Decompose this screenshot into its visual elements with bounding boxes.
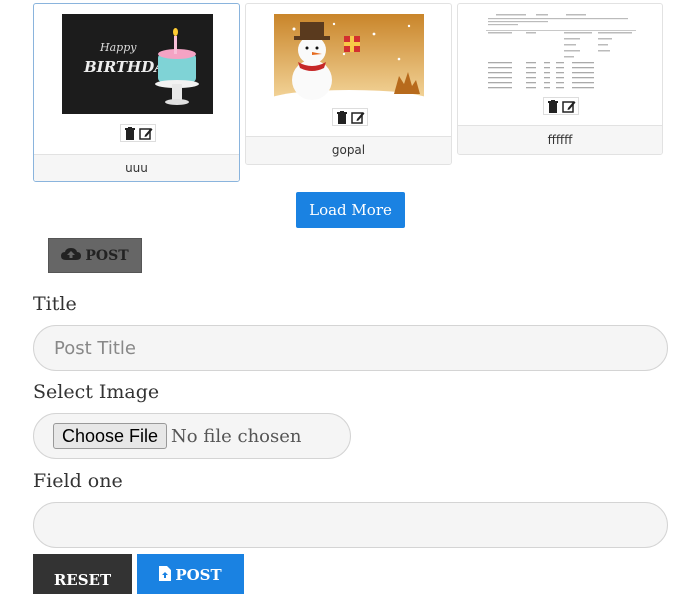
- field-one-field: [33, 502, 668, 548]
- trash-icon[interactable]: [546, 99, 560, 113]
- card-caption: ffffff: [547, 133, 573, 147]
- post-toggle-button[interactable]: POST: [48, 238, 142, 273]
- title-label: Title: [33, 293, 77, 315]
- card-footer: gopal: [246, 136, 451, 164]
- post-toggle-label: POST: [85, 247, 129, 264]
- file-status-text: No file chosen: [171, 425, 302, 447]
- post-submit-button[interactable]: POST: [137, 554, 244, 594]
- file-upload-icon: [159, 566, 172, 593]
- title-field: [33, 325, 668, 371]
- gallery-card[interactable]: gopal: [245, 3, 452, 165]
- file-picker: Choose File No file chosen: [33, 413, 351, 459]
- edit-icon[interactable]: [562, 99, 576, 113]
- card-caption: uuu: [125, 161, 148, 175]
- field-one-label: Field one: [33, 470, 123, 492]
- edit-icon[interactable]: [351, 110, 365, 124]
- birthday-cake-image: Happy BIRTHDAY: [62, 14, 213, 114]
- trash-icon[interactable]: [335, 110, 349, 124]
- cloud-upload-icon: [61, 247, 82, 265]
- title-input[interactable]: [34, 326, 667, 370]
- post-submit-label: POST: [175, 566, 222, 584]
- gallery-card[interactable]: Happy BIRTHDAY uuu: [33, 3, 240, 182]
- card-actions: [332, 108, 368, 126]
- card-footer: ffffff: [458, 125, 662, 154]
- card-actions: [120, 124, 156, 142]
- thumb-happy-text: Happy: [99, 41, 137, 54]
- card-caption: gopal: [331, 143, 366, 157]
- choose-file-button[interactable]: Choose File: [53, 423, 168, 449]
- gallery-card[interactable]: ffffff: [457, 3, 663, 155]
- load-more-button[interactable]: Load More: [296, 192, 405, 228]
- select-image-label: Select Image: [33, 381, 160, 403]
- card-actions: [543, 97, 579, 115]
- card-footer: uuu: [34, 154, 239, 181]
- edit-icon[interactable]: [139, 126, 153, 140]
- reset-button[interactable]: RESET: [33, 554, 132, 594]
- document-screenshot-image: [486, 12, 636, 90]
- trash-icon[interactable]: [123, 126, 137, 140]
- field-one-input[interactable]: [34, 503, 667, 547]
- snowman-christmas-image: [274, 14, 424, 100]
